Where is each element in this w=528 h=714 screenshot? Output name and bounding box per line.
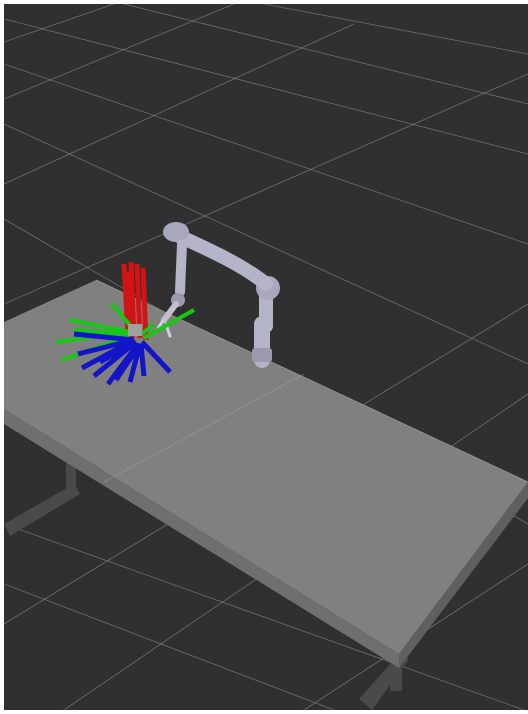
target-block xyxy=(128,324,142,336)
scene-canvas[interactable] xyxy=(4,4,528,710)
3d-viewport[interactable] xyxy=(4,4,528,710)
robot-link-forearm xyxy=(175,239,187,297)
